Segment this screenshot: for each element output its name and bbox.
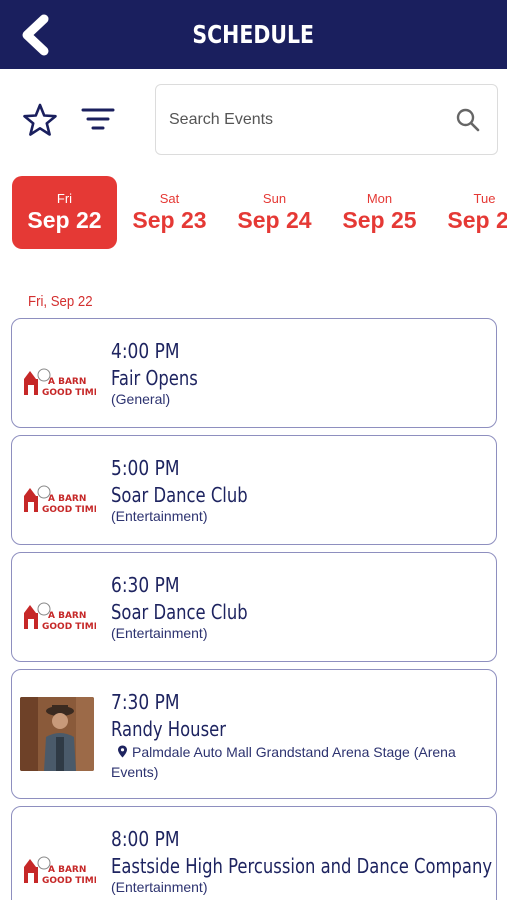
- date-dow: Sat: [159, 191, 180, 206]
- logo-text: A BARN: [48, 377, 86, 387]
- filter-icon[interactable]: [80, 104, 116, 134]
- date-dow: Tue: [473, 191, 496, 206]
- event-time: 4:00 PM: [111, 339, 180, 363]
- logo-text: A BARN: [48, 494, 86, 504]
- date-selector: Fri Sep 22 Sat Sep 23 Sun Sep 24 Mon Sep…: [0, 175, 507, 249]
- event-name: Fair Opens: [111, 366, 198, 390]
- star-icon[interactable]: [22, 102, 58, 138]
- event-name: Soar Dance Club: [111, 483, 248, 507]
- barn-logo-icon: A BARN GOOD TIME: [24, 602, 96, 632]
- barn-logo-icon: A BARN GOOD TIME: [24, 485, 96, 515]
- date-day: Sep 24: [237, 207, 312, 233]
- search-input[interactable]: [156, 110, 455, 129]
- barn-logo-icon: A BARN GOOD TIME: [24, 856, 96, 886]
- performer-photo: [20, 697, 94, 771]
- event-category: (Entertainment): [111, 879, 208, 895]
- event-card[interactable]: A BARN GOOD TIME 8:00 PM Eastside High P…: [11, 806, 497, 900]
- search-icon[interactable]: [455, 107, 481, 133]
- barn-logo-icon: A BARN GOOD TIME: [24, 368, 96, 398]
- event-card[interactable]: A BARN GOOD TIME 4:00 PM Fair Opens (Gen…: [11, 318, 497, 428]
- toolbar: [0, 84, 507, 156]
- logo-text: A BARN: [48, 611, 86, 621]
- date-tab-sun-sep-24[interactable]: Sun Sep 24: [222, 176, 327, 249]
- app-header: SCHEDULE: [0, 0, 507, 69]
- logo-text: GOOD TIME: [42, 388, 96, 398]
- date-dow: Fri: [56, 191, 73, 206]
- event-name: Randy Houser: [111, 717, 226, 741]
- search-box[interactable]: [155, 84, 498, 155]
- date-dow: Sun: [262, 191, 287, 206]
- date-tab-tue-sep-26[interactable]: Tue Sep 26: [432, 176, 507, 249]
- event-name: Soar Dance Club: [111, 600, 248, 624]
- event-category: (Entertainment): [111, 625, 208, 641]
- event-time: 6:30 PM: [111, 573, 180, 597]
- event-time: 5:00 PM: [111, 456, 180, 480]
- event-card[interactable]: A BARN GOOD TIME 6:30 PM Soar Dance Club…: [11, 552, 497, 662]
- event-time: 7:30 PM: [111, 690, 180, 714]
- event-card[interactable]: 7:30 PM Randy Houser Palmdale Auto Mall …: [11, 669, 497, 799]
- date-day: Sep 25: [342, 207, 417, 233]
- event-card[interactable]: A BARN GOOD TIME 5:00 PM Soar Dance Club…: [11, 435, 497, 545]
- event-category: (General): [111, 391, 171, 407]
- date-tab-mon-sep-25[interactable]: Mon Sep 25: [327, 176, 432, 249]
- date-dow: Mon: [366, 191, 393, 206]
- event-time: 8:00 PM: [111, 827, 180, 851]
- page-title: SCHEDULE: [192, 20, 315, 49]
- section-date-label: Fri, Sep 22: [28, 293, 93, 310]
- logo-text: A BARN: [48, 865, 86, 875]
- event-category: (Entertainment): [111, 508, 208, 524]
- logo-text: GOOD TIME: [42, 622, 96, 632]
- event-name: Eastside High Percussion and Dance Compa…: [111, 854, 493, 878]
- date-day: Sep 26: [447, 207, 507, 233]
- back-arrow-icon[interactable]: [18, 14, 52, 56]
- date-day: Sep 23: [132, 207, 207, 233]
- date-tab-fri-sep-22[interactable]: Fri Sep 22: [12, 176, 117, 249]
- event-venue: Palmdale Auto Mall Grandstand Arena Stag…: [111, 742, 481, 782]
- logo-text: GOOD TIME: [42, 505, 96, 515]
- event-venue-text: Palmdale Auto Mall Grandstand Arena Stag…: [111, 744, 456, 780]
- logo-text: GOOD TIME: [42, 876, 96, 886]
- date-tab-sat-sep-23[interactable]: Sat Sep 23: [117, 176, 222, 249]
- location-pin-icon: [118, 745, 127, 758]
- date-day: Sep 22: [27, 207, 102, 233]
